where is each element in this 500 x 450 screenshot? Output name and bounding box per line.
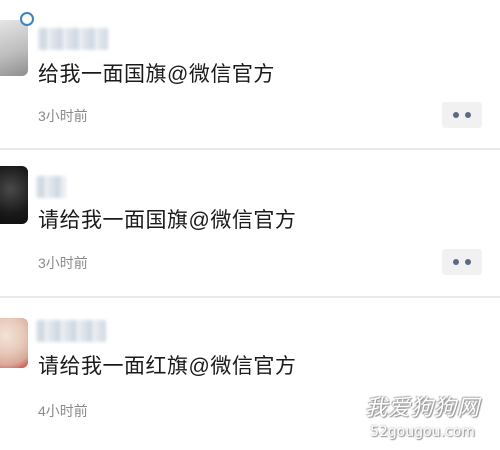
avatar[interactable] — [0, 166, 28, 224]
post-content: 请给我一面国旗@微信官方 — [38, 209, 297, 232]
feed: 给我一面国旗@微信官方 3小时前 请给我一面国旗@微信官方 3小时前 请给我一面… — [0, 0, 500, 450]
avatar[interactable] — [0, 318, 28, 368]
status-ring-icon — [20, 12, 34, 26]
post-time: 3小时前 — [38, 108, 88, 124]
post-time: 4小时前 — [38, 403, 88, 419]
more-button[interactable] — [442, 102, 482, 128]
username-blurred[interactable] — [36, 176, 66, 198]
avatar[interactable] — [0, 20, 28, 76]
more-dots-icon — [465, 112, 471, 118]
more-dots-icon — [465, 259, 471, 265]
post-time: 3小时前 — [38, 255, 88, 271]
more-dots-icon — [453, 112, 459, 118]
more-button[interactable] — [442, 249, 482, 275]
post-content: 给我一面国旗@微信官方 — [38, 63, 275, 86]
username-blurred[interactable] — [38, 28, 108, 50]
username-blurred[interactable] — [36, 320, 106, 342]
more-dots-icon — [453, 259, 459, 265]
post-content: 请给我一面红旗@微信官方 — [38, 355, 297, 378]
